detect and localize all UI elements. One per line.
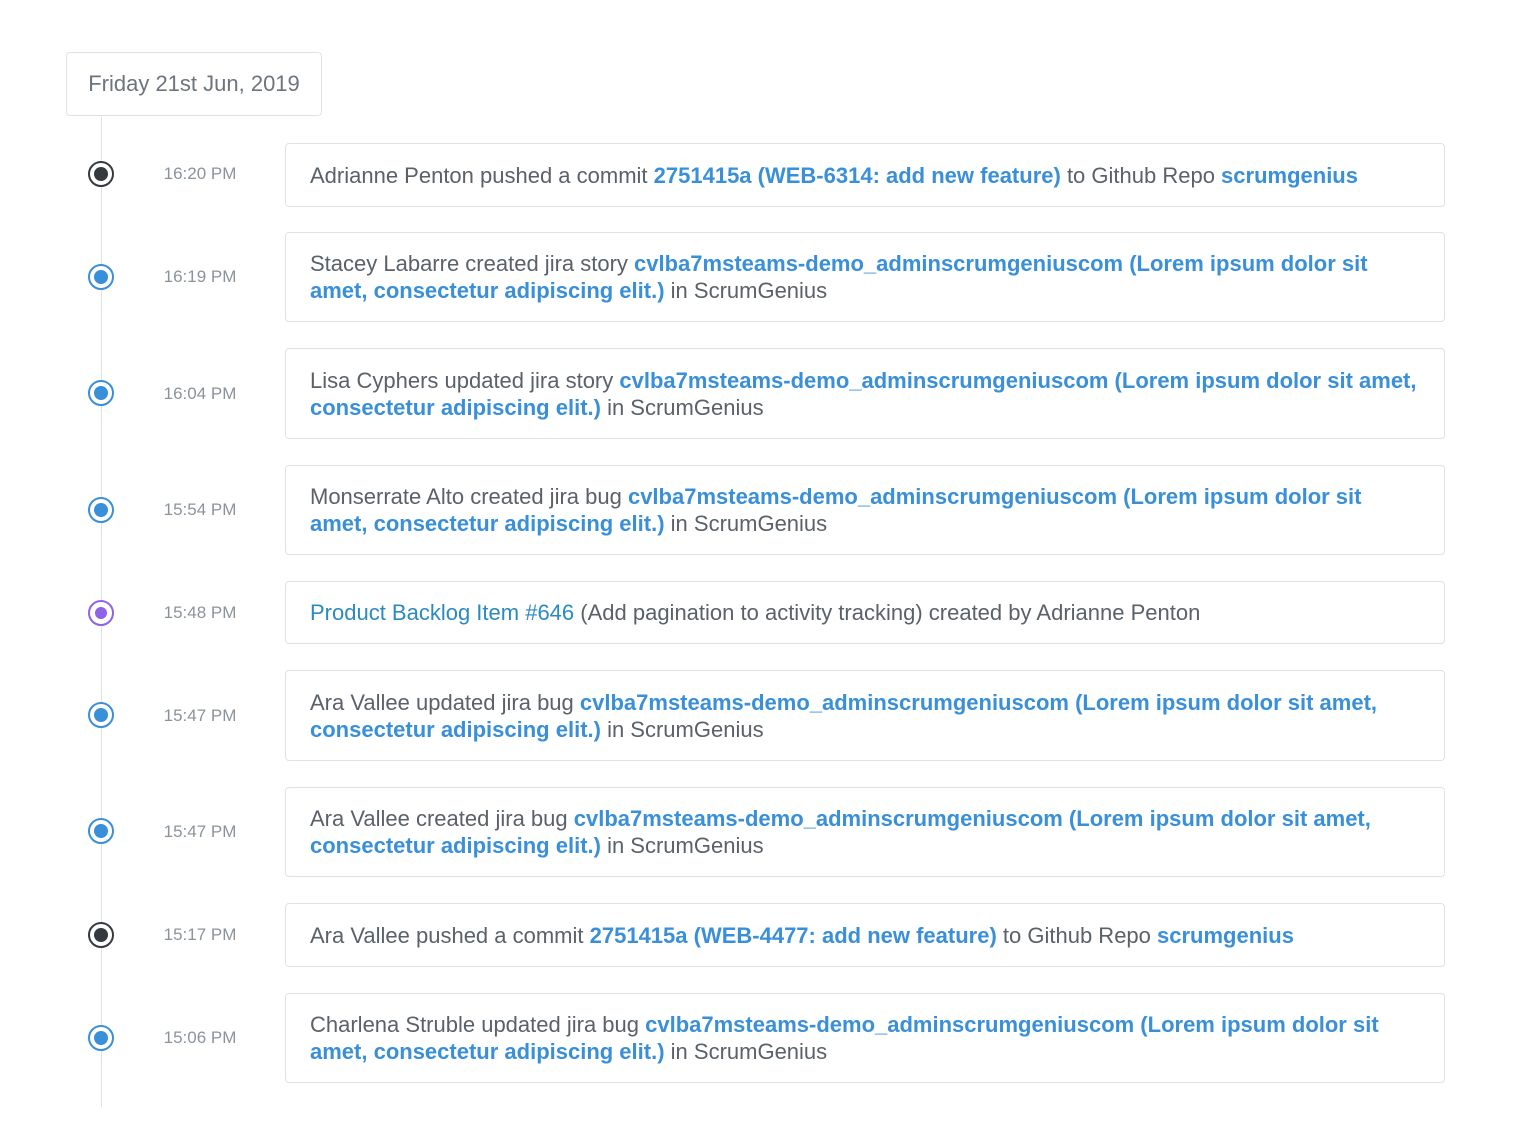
event-text: in ScrumGenius: [600, 716, 764, 742]
event-text: Stacey Labarre created jira story: [310, 251, 635, 276]
event-text: Ara Vallee updated jira bug: [310, 689, 580, 715]
event-time: 16:20 PM: [163, 164, 237, 183]
event-card: Monserrate Alto created jira bug cvlba7m…: [285, 465, 1445, 555]
event-text: in ScrumGenius: [664, 278, 828, 303]
commit-link[interactable]: 2751415a (WEB-4477: add new feature): [590, 923, 997, 948]
event-time: 16:19 PM: [163, 267, 237, 286]
event-time: 15:47 PM: [163, 706, 237, 725]
jira-dot-icon: [88, 1025, 114, 1051]
event-text: to Github Repo: [1060, 162, 1222, 188]
repo-link[interactable]: scrumgenius: [1221, 163, 1358, 188]
date-header: Friday 21st Jun, 2019: [66, 52, 322, 116]
date-header-label: Friday 21st Jun, 2019: [88, 71, 300, 96]
event-time: 15:06 PM: [163, 1028, 237, 1047]
event-text: to Github Repo: [996, 922, 1158, 948]
event-text: Monserrate Alto created jira bug: [310, 484, 628, 509]
jira-dot-icon: [88, 702, 114, 728]
commit-dot-icon: [88, 922, 114, 948]
event-time: 15:47 PM: [163, 822, 237, 841]
event-time: 16:04 PM: [163, 384, 237, 403]
event-text: Adrianne Penton pushed a commit: [310, 162, 654, 188]
event-time: 15:48 PM: [163, 603, 237, 622]
event-time: 15:17 PM: [163, 925, 237, 944]
event-text: Charlena Struble updated jira bug: [310, 1012, 646, 1037]
event-card: Ara Vallee pushed a commit 2751415a (WEB…: [285, 903, 1445, 967]
event-text: in ScrumGenius: [600, 394, 764, 420]
event-text: Lisa Cyphers updated jira story: [310, 367, 620, 393]
jira-dot-icon: [88, 380, 114, 406]
jira-dot-icon: [88, 497, 114, 523]
repo-link[interactable]: scrumgenius: [1157, 923, 1294, 948]
event-card: Lisa Cyphers updated jira story cvlba7ms…: [285, 348, 1445, 439]
commit-dot-icon: [88, 161, 114, 187]
event-text: in ScrumGenius: [664, 1039, 828, 1064]
event-card: Ara Vallee created jira bug cvlba7msteam…: [285, 787, 1445, 877]
event-card: Adrianne Penton pushed a commit 2751415a…: [285, 143, 1445, 207]
event-text: Ara Vallee created jira bug: [310, 806, 574, 831]
event-card: Product Backlog Item #646 (Add paginatio…: [285, 581, 1445, 644]
jira-dot-icon: [88, 264, 114, 290]
event-card: Stacey Labarre created jira story cvlba7…: [285, 232, 1445, 322]
event-text: (Add pagination to activity tracking) cr…: [574, 600, 1201, 625]
commit-link[interactable]: 2751415a (WEB-6314: add new feature): [654, 163, 1061, 188]
event-time: 15:54 PM: [163, 500, 237, 519]
event-text: in ScrumGenius: [664, 511, 828, 536]
event-card: Ara Vallee updated jira bug cvlba7msteam…: [285, 670, 1445, 761]
event-text: in ScrumGenius: [600, 833, 764, 858]
backlog-item-link[interactable]: Product Backlog Item #646: [310, 600, 574, 625]
backlog-dot-icon: [88, 600, 114, 626]
activity-timeline: Friday 21st Jun, 2019 16:20 PM Adrianne …: [0, 0, 1514, 1143]
jira-dot-icon: [88, 818, 114, 844]
event-card: Charlena Struble updated jira bug cvlba7…: [285, 993, 1445, 1083]
event-text: Ara Vallee pushed a commit: [310, 922, 590, 948]
